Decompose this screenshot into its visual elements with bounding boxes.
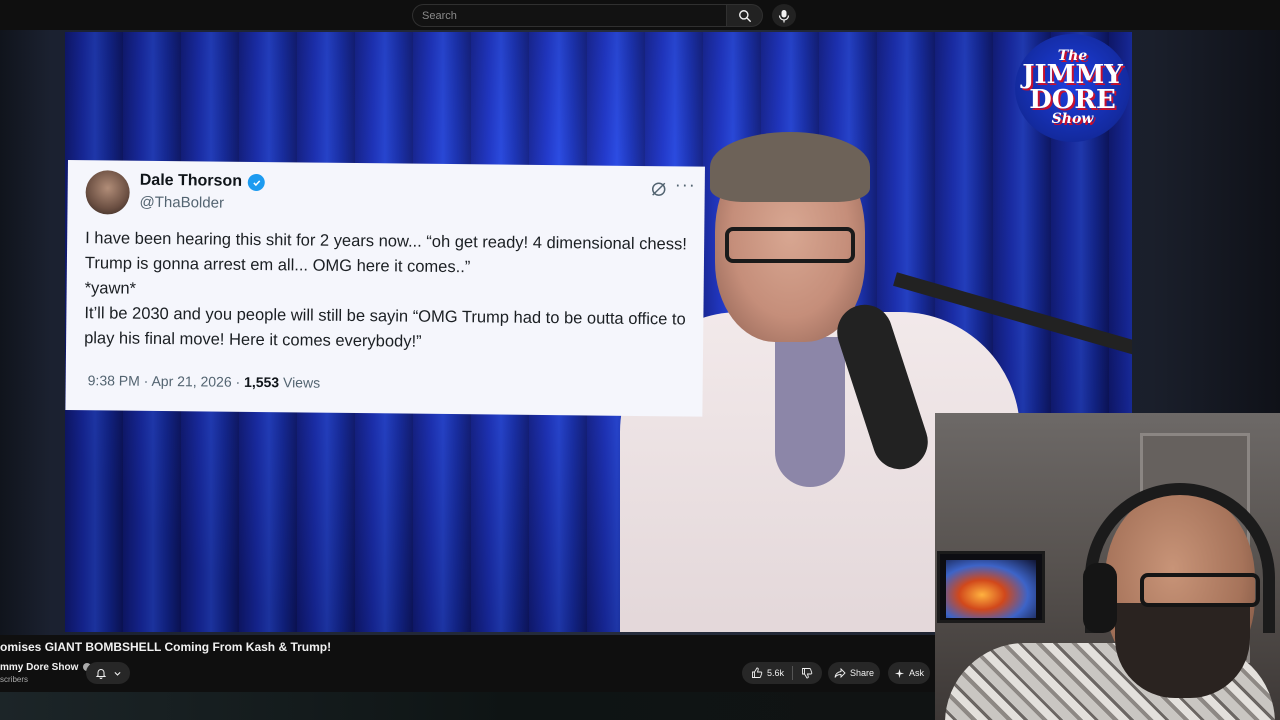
streamer-webcam [935, 413, 1280, 720]
chevron-down-icon [113, 671, 121, 676]
ask-button[interactable]: Ask [888, 662, 930, 684]
channel-name[interactable]: mmy Dore Show [0, 662, 92, 673]
tweet-handle: @ThaBolder [139, 193, 225, 212]
more-options-icon: ··· [674, 174, 696, 195]
video-title: omises GIANT BOMBSHELL Coming From Kash … [0, 640, 332, 654]
sparkle-icon [894, 668, 905, 678]
bell-icon [95, 669, 106, 679]
tweet-text: I have been hearing this shit for 2 year… [84, 229, 687, 351]
streamer-figure [945, 453, 1275, 720]
verified-badge-icon [247, 173, 265, 192]
search-icon [738, 9, 751, 22]
microphone-icon [778, 9, 790, 22]
search-box[interactable] [412, 4, 726, 27]
share-icon [834, 667, 846, 679]
like-count[interactable]: 5.6k [767, 668, 784, 678]
voice-search-button[interactable] [772, 4, 796, 27]
tweet-avatar [85, 170, 130, 215]
like-icon[interactable] [751, 667, 763, 679]
like-dislike-group: 5.6k [742, 662, 822, 684]
tweet-card: Dale Thorson @ThaBolder ··· I have been … [65, 160, 705, 417]
grok-icon [651, 182, 666, 196]
show-logo: The JIMMY DORE Show [1015, 34, 1130, 142]
dislike-icon[interactable] [801, 667, 813, 679]
studio-microphone [830, 262, 1132, 482]
tweet-meta: 9:38 PM · Apr 21, 2026 · 1,553 Views [87, 372, 321, 391]
tweet-author-name: Dale Thorson [139, 171, 243, 190]
share-button[interactable]: Share [828, 662, 880, 684]
subscriber-count: scribers [0, 675, 29, 684]
notification-bell-button[interactable] [86, 662, 130, 684]
masthead [0, 0, 1280, 30]
search-button[interactable] [726, 4, 763, 27]
search-input[interactable] [413, 5, 726, 27]
